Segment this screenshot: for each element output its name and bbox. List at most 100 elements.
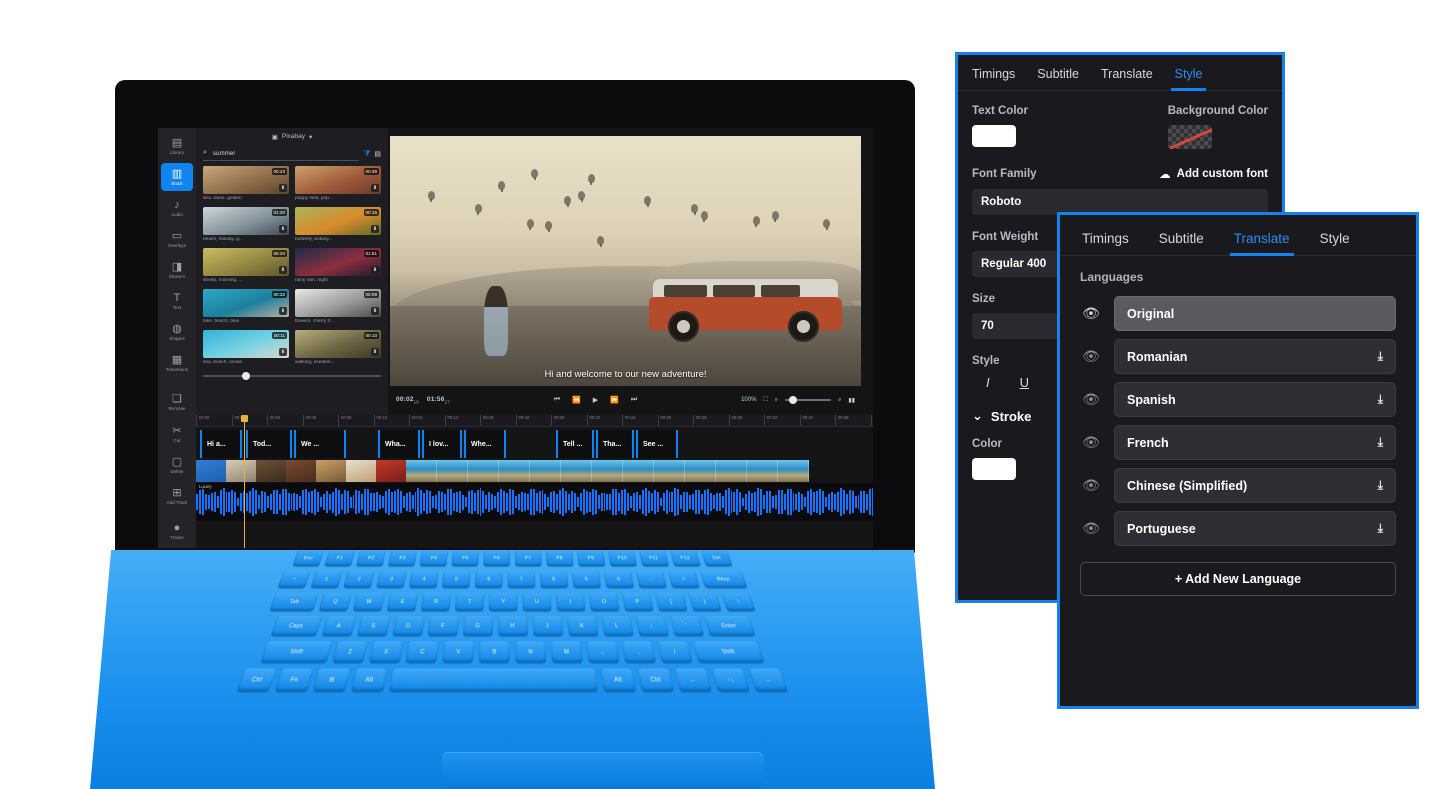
video-thumb-cell[interactable] bbox=[778, 460, 809, 482]
keyboard-key[interactable]: B bbox=[478, 641, 510, 663]
keyboard-key[interactable]: F bbox=[427, 616, 459, 636]
video-thumb-cell[interactable] bbox=[226, 460, 256, 482]
video-thumb-cell[interactable] bbox=[685, 460, 716, 482]
keyboard-key[interactable]: Ctrl bbox=[638, 668, 674, 692]
rewind-icon[interactable]: ⏪ bbox=[572, 396, 581, 404]
video-thumb-cell[interactable] bbox=[561, 460, 592, 482]
eye-hidden-icon[interactable]: 👁 bbox=[1080, 348, 1102, 365]
video-track[interactable] bbox=[196, 460, 873, 482]
keyboard-key[interactable]: S bbox=[356, 616, 390, 636]
panel-toggle-icon[interactable]: ▮▮ bbox=[848, 397, 855, 404]
video-thumb-cell[interactable] bbox=[530, 460, 561, 482]
text-color-swatch[interactable] bbox=[972, 125, 1016, 147]
keyboard-key[interactable]: ↑↓ bbox=[711, 668, 750, 692]
filter-icon[interactable]: ⧩ bbox=[363, 149, 370, 159]
language-item-original[interactable]: Original bbox=[1114, 296, 1396, 331]
video-thumb-cell[interactable] bbox=[346, 460, 376, 482]
source-selector[interactable]: ▣ Pixabay ▾ bbox=[196, 128, 388, 145]
video-thumb-cell[interactable] bbox=[286, 460, 316, 482]
tab-translate[interactable]: Translate bbox=[1229, 231, 1294, 256]
keyboard-key[interactable]: Z bbox=[332, 641, 368, 663]
eye-visible-icon[interactable]: 👁 bbox=[1080, 305, 1102, 322]
language-item-chinese[interactable]: Chinese (Simplified) ⤓ bbox=[1114, 468, 1396, 503]
subtitle-clip[interactable]: Whe... bbox=[464, 430, 506, 458]
keyboard-key[interactable]: M bbox=[550, 641, 583, 663]
play-icon[interactable]: ▶ bbox=[593, 396, 598, 404]
keyboard-key[interactable]: 2 bbox=[343, 570, 375, 588]
keyboard-key[interactable]: D bbox=[391, 616, 425, 636]
keyboard-key[interactable]: W bbox=[352, 592, 385, 611]
keyboard-key[interactable]: Caps bbox=[270, 616, 322, 636]
language-item-spanish[interactable]: Spanish ⤓ bbox=[1114, 382, 1396, 417]
sidebar-item-remove[interactable]: ❏ Remove bbox=[161, 388, 193, 416]
tab-style[interactable]: Style bbox=[1170, 67, 1207, 91]
download-icon[interactable]: ⬇ bbox=[279, 348, 287, 356]
tab-timings[interactable]: Timings bbox=[1082, 231, 1129, 255]
video-thumb-cell[interactable] bbox=[256, 460, 286, 482]
keyboard-key[interactable]: R bbox=[420, 592, 452, 611]
keyboard-key[interactable]: . bbox=[621, 641, 656, 663]
tab-subtitle[interactable]: Subtitle bbox=[1159, 231, 1204, 255]
thumb-item[interactable]: 00:39 ⬇ poppy field, pop... bbox=[295, 166, 381, 201]
keyboard-key[interactable]: [ bbox=[655, 592, 688, 611]
keyboard-key[interactable]: Tab bbox=[269, 592, 319, 611]
keyboard-key[interactable]: C bbox=[405, 641, 439, 663]
trackpad[interactable] bbox=[442, 752, 764, 789]
thumb-item[interactable]: 01:51 ⬇ rainy rain, night bbox=[295, 248, 381, 283]
keyboard-key[interactable]: V bbox=[442, 641, 475, 663]
timeline-ruler[interactable]: 00:00 00:02 00:04 00:06 00:08 00:10 00:12 00:14… bbox=[196, 415, 873, 427]
download-icon[interactable]: ⬇ bbox=[371, 307, 379, 315]
download-icon[interactable]: ⤓ bbox=[1378, 478, 1383, 493]
thumb-item[interactable]: 00:11 ⬇ sea, beach, ocean bbox=[203, 330, 289, 365]
subtitle-clip[interactable]: I lov... bbox=[422, 430, 462, 458]
timeline-tool-tracks[interactable]: ● Tracks bbox=[161, 517, 193, 545]
keyboard-key[interactable]: Alt bbox=[351, 668, 387, 692]
sidebar-item-text[interactable]: T Text bbox=[161, 287, 193, 315]
eye-hidden-icon[interactable]: 👁 bbox=[1080, 391, 1102, 408]
keyboard-key[interactable]: , bbox=[586, 641, 620, 663]
slider-knob[interactable] bbox=[242, 372, 251, 380]
keyboard-key[interactable]: F12 bbox=[670, 550, 701, 567]
video-thumb-cell[interactable] bbox=[196, 460, 226, 482]
keyboard-key[interactable]: ~ bbox=[277, 570, 311, 588]
subtitle-clip[interactable]: Tha... bbox=[596, 430, 634, 458]
subtitle-clip[interactable]: Hi a... bbox=[200, 430, 242, 458]
keyboard-key[interactable]: 4 bbox=[409, 570, 439, 588]
keyboard-key[interactable]: I bbox=[555, 592, 586, 611]
keyboard-key[interactable]: Enter bbox=[703, 616, 755, 636]
keyboard-key[interactable]: - bbox=[635, 570, 667, 588]
keyboard-key[interactable]: O bbox=[588, 592, 620, 611]
timeline[interactable]: 00:00 00:02 00:04 00:06 00:08 00:10 00:12 00:14… bbox=[196, 415, 873, 548]
language-item-french[interactable]: French ⤓ bbox=[1114, 425, 1396, 460]
subtitle-clip[interactable]: Tod... bbox=[246, 430, 292, 458]
playhead[interactable] bbox=[241, 415, 248, 548]
add-custom-font-button[interactable]: ☁ Add custom font bbox=[1159, 167, 1268, 181]
video-preview[interactable]: Hi and welcome to our new adventure! bbox=[390, 136, 861, 386]
sidebar-item-stickers[interactable]: ◨ Stickers bbox=[161, 256, 193, 284]
search-box[interactable]: ⌕ bbox=[203, 147, 360, 161]
download-icon[interactable]: ⬇ bbox=[279, 184, 287, 192]
keyboard-key[interactable]: 9 bbox=[571, 570, 602, 588]
keyboard-key[interactable]: 8 bbox=[539, 570, 569, 588]
keyboard-key[interactable] bbox=[389, 668, 598, 692]
keyboard-key[interactable]: H bbox=[497, 616, 528, 636]
keyboard-key[interactable]: F6 bbox=[483, 550, 510, 567]
thumb-item[interactable]: 00:32 ⬇ bike, beach, blue bbox=[203, 289, 289, 324]
language-item-portuguese[interactable]: Portuguese ⤓ bbox=[1114, 511, 1396, 546]
search-input[interactable] bbox=[210, 148, 360, 158]
download-icon[interactable]: ⤓ bbox=[1378, 521, 1383, 536]
keyboard-key[interactable]: ← bbox=[674, 668, 712, 692]
download-icon[interactable]: ⬇ bbox=[279, 307, 287, 315]
thumb-item[interactable]: 06:20 ⬇ sheep, morning, ... bbox=[203, 248, 289, 283]
eye-hidden-icon[interactable]: 👁 bbox=[1080, 520, 1102, 537]
sidebar-item-transitions[interactable]: ▦ Transitions bbox=[161, 349, 193, 377]
thumb-item[interactable]: 00:09 ⬇ flowers, cherry fl... bbox=[295, 289, 381, 324]
keyboard-key[interactable]: Y bbox=[488, 592, 518, 611]
video-thumb-cell[interactable] bbox=[747, 460, 778, 482]
grid-toggle-icon[interactable]: ▤ bbox=[374, 150, 381, 158]
thumb-size-slider[interactable] bbox=[203, 371, 381, 381]
download-icon[interactable]: ⬇ bbox=[371, 266, 379, 274]
keyboard-key[interactable]: 0 bbox=[603, 570, 634, 588]
download-icon[interactable]: ⤓ bbox=[1378, 392, 1383, 407]
subtitle-clip[interactable]: See ... bbox=[636, 430, 678, 458]
